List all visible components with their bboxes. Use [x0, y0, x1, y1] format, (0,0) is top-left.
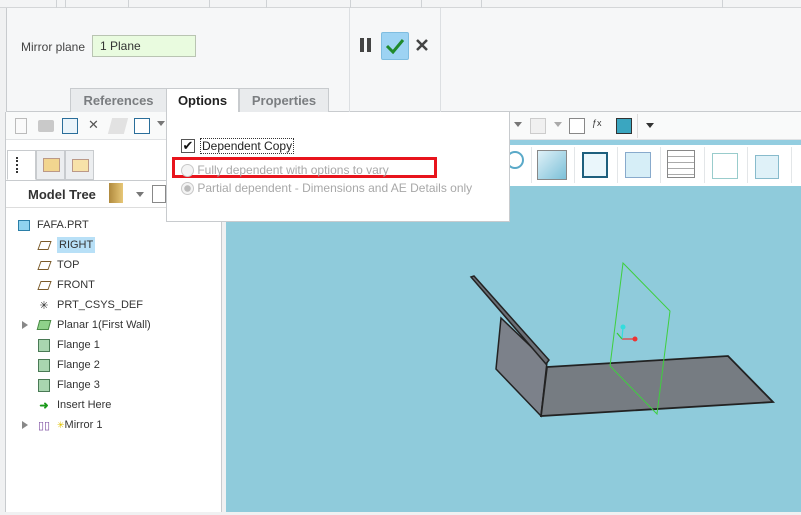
- tree-item-top[interactable]: TOP: [36, 255, 79, 275]
- top-strip: [0, 0, 801, 8]
- reorient-icon[interactable]: [749, 147, 792, 183]
- tree-item-flange-3[interactable]: Flange 3: [36, 375, 100, 395]
- flange-icon: [36, 338, 52, 352]
- datum-plane-icon: [36, 258, 52, 272]
- flange-icon: [36, 358, 52, 372]
- radio-icon: [181, 164, 194, 178]
- view-normal-icon[interactable]: [576, 147, 618, 183]
- tab-folder-browser[interactable]: [36, 150, 65, 180]
- analysis-icon[interactable]: [616, 118, 632, 134]
- datum-plane-icon: [36, 278, 52, 292]
- open-icon[interactable]: [38, 120, 54, 132]
- checkbox-checked-icon: ✔: [181, 138, 195, 153]
- tab-options[interactable]: Options: [166, 88, 239, 113]
- mirror-icon: ▯▯: [37, 419, 51, 432]
- ok-button[interactable]: [381, 32, 409, 60]
- pause-button[interactable]: [360, 38, 372, 52]
- tree-item-flange-1[interactable]: Flange 1: [36, 335, 100, 355]
- model-view: [469, 261, 776, 418]
- tree-item-front[interactable]: FRONT: [36, 275, 95, 295]
- check-icon: [385, 39, 405, 54]
- expand-icon[interactable]: [22, 421, 28, 429]
- csys-z-axis: [616, 332, 623, 340]
- graphics-viewport[interactable]: [226, 186, 801, 512]
- tree-item-insert-here[interactable]: ➜ Insert Here: [36, 395, 111, 415]
- tree-item-planar[interactable]: Planar 1(First Wall): [36, 315, 151, 335]
- flange-icon: [36, 378, 52, 392]
- close-window-icon[interactable]: ✕: [88, 117, 99, 133]
- chevron-down-icon[interactable]: [554, 122, 562, 127]
- divider: [349, 8, 350, 112]
- relations-icon[interactable]: ƒx: [592, 118, 608, 134]
- expand-icon[interactable]: [22, 321, 28, 329]
- chevron-down-icon[interactable]: [136, 192, 144, 197]
- options-panel: ✔ Dependent Copy Fully dependent with op…: [166, 112, 510, 222]
- model-info-icon[interactable]: [569, 118, 585, 134]
- mirror-plane-collector[interactable]: 1 Plane: [92, 35, 196, 57]
- mirror-plane-label: Mirror plane: [21, 40, 86, 54]
- dependent-copy-checkbox[interactable]: ✔ Dependent Copy: [181, 138, 295, 154]
- tree-item-part[interactable]: FAFA.PRT: [16, 215, 89, 235]
- save-icon[interactable]: [62, 118, 78, 134]
- datum-plane-icon: [36, 238, 52, 252]
- splitter[interactable]: [222, 190, 226, 512]
- display-style-icon[interactable]: [619, 147, 661, 183]
- more-icon[interactable]: [646, 123, 654, 128]
- new-feature-icon: ✳: [57, 419, 65, 430]
- planar-wall-icon: [36, 318, 52, 332]
- view-manager-icon[interactable]: [662, 147, 705, 183]
- tab-favorites[interactable]: [65, 150, 94, 180]
- csys-icon: ✳: [39, 299, 49, 312]
- tree-item-flange-2[interactable]: Flange 2: [36, 355, 100, 375]
- model-tree: FAFA.PRT RIGHT TOP FRONT ✳ PRT_CSYS_DEF P…: [16, 215, 216, 445]
- show-icon[interactable]: [152, 185, 166, 203]
- section-icon[interactable]: [706, 147, 748, 183]
- part-icon: [16, 218, 32, 232]
- tab-properties[interactable]: Properties: [239, 88, 329, 112]
- divider: [440, 8, 441, 112]
- divider: [637, 114, 638, 138]
- tree-item-mirror[interactable]: ▯▯ ✳ Mirror 1: [36, 415, 103, 435]
- tab-model-tree[interactable]: [7, 150, 36, 180]
- new-icon[interactable]: [15, 118, 27, 134]
- csys-x-axis: [632, 336, 638, 342]
- close-icon: [416, 39, 428, 51]
- insert-arrow-icon: ➜: [39, 399, 49, 412]
- radio-partial-dependent[interactable]: Partial dependent - Dimensions and AE De…: [181, 181, 472, 196]
- radio-fully-dependent[interactable]: Fully dependent with options to vary: [181, 163, 389, 178]
- display-style-icon[interactable]: [530, 118, 546, 134]
- cancel-button[interactable]: [416, 39, 428, 54]
- windows-icon[interactable]: [134, 118, 150, 134]
- tree-item-right[interactable]: RIGHT: [36, 235, 96, 255]
- csys-y-axis: [620, 324, 626, 330]
- base-wall: [539, 355, 776, 417]
- saved-orientations-icon[interactable]: [533, 147, 575, 183]
- tab-references[interactable]: References: [70, 88, 167, 112]
- tree-item-csys[interactable]: ✳ PRT_CSYS_DEF: [36, 295, 143, 315]
- radio-selected-icon: [181, 182, 194, 196]
- model-tree-title: Model Tree: [28, 187, 96, 202]
- tools-icon[interactable]: [109, 183, 123, 203]
- chevron-down-icon[interactable]: [514, 122, 522, 127]
- left-edge: [0, 112, 6, 512]
- chevron-down-icon[interactable]: [157, 121, 165, 126]
